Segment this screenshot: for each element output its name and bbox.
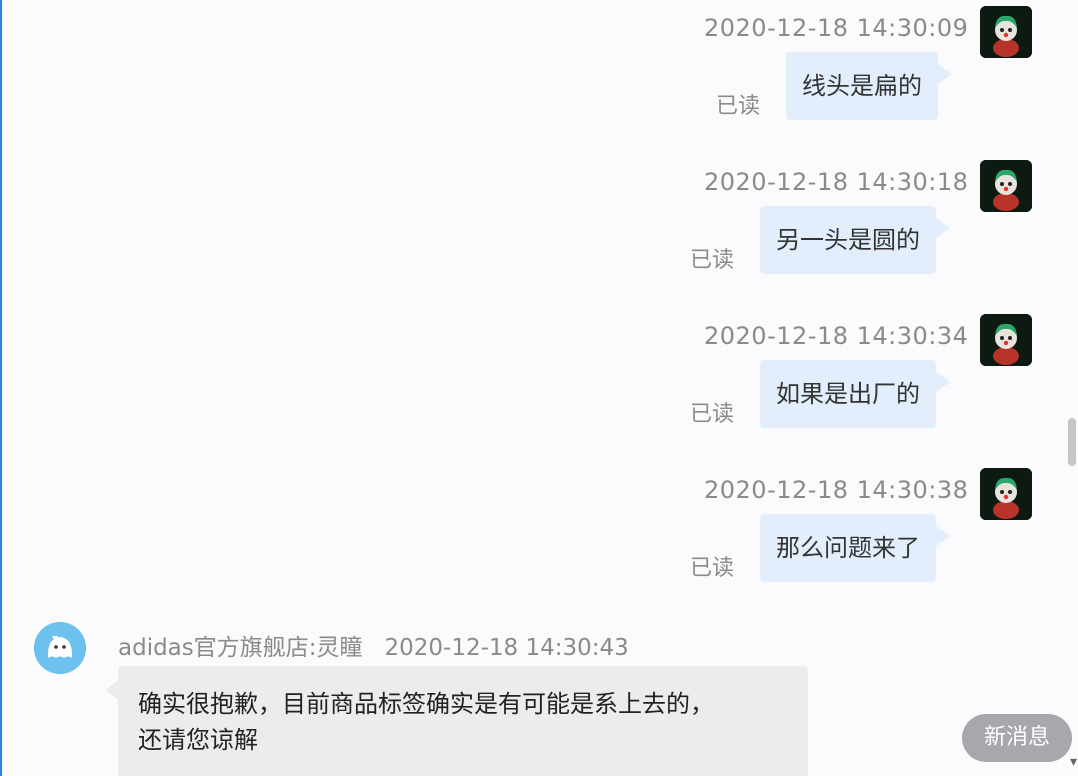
read-status: 已读	[690, 248, 735, 273]
outgoing-message-bubble[interactable]: 另一头是圆的	[760, 206, 950, 274]
scrollbar[interactable]: ▾	[1064, 0, 1078, 776]
chevron-down-icon[interactable]: ▾	[1070, 754, 1077, 770]
outgoing-message-bubble[interactable]: 如果是出厂的	[760, 360, 950, 428]
message-timestamp: 2020-12-18 14:30:34	[704, 322, 969, 350]
user-avatar[interactable]	[980, 314, 1032, 366]
clown-figure-icon	[980, 468, 1032, 520]
cartoon-ghost-icon	[34, 622, 86, 674]
chat-window: 2020-12-18 14:30:09 线头是扁的 已读 2020-12-18 …	[0, 0, 1078, 776]
outgoing-message-bubble[interactable]: 那么问题来了	[760, 514, 950, 582]
message-timestamp: 2020-12-18 14:30:38	[704, 476, 969, 504]
window-edge	[0, 0, 2, 776]
user-avatar[interactable]	[980, 468, 1032, 520]
message-timestamp: 2020-12-18 14:30:43	[384, 635, 629, 661]
clown-figure-icon	[980, 314, 1032, 366]
incoming-message-bubble[interactable]: 确实很抱歉，目前商品标签确实是有可能是系上去的，还请您谅解	[106, 666, 808, 776]
sender-name: adidas官方旗舰店:灵瞳	[118, 635, 363, 661]
message-timestamp: 2020-12-18 14:30:18	[704, 168, 969, 196]
message-timestamp: 2020-12-18 14:30:09	[704, 14, 969, 42]
outgoing-message-bubble[interactable]: 线头是扁的	[786, 52, 952, 120]
sender-header: adidas官方旗舰店:灵瞳 2020-12-18 14:30:43	[118, 628, 629, 662]
user-avatar[interactable]	[980, 160, 1032, 212]
new-message-button[interactable]: 新消息	[962, 714, 1072, 762]
clown-figure-icon	[980, 160, 1032, 212]
shop-avatar[interactable]	[34, 622, 86, 674]
clown-figure-icon	[980, 6, 1032, 58]
user-avatar[interactable]	[980, 6, 1032, 58]
read-status: 已读	[690, 556, 735, 581]
read-status: 已读	[716, 94, 761, 119]
scrollbar-thumb[interactable]	[1068, 418, 1076, 466]
read-status: 已读	[690, 402, 735, 427]
